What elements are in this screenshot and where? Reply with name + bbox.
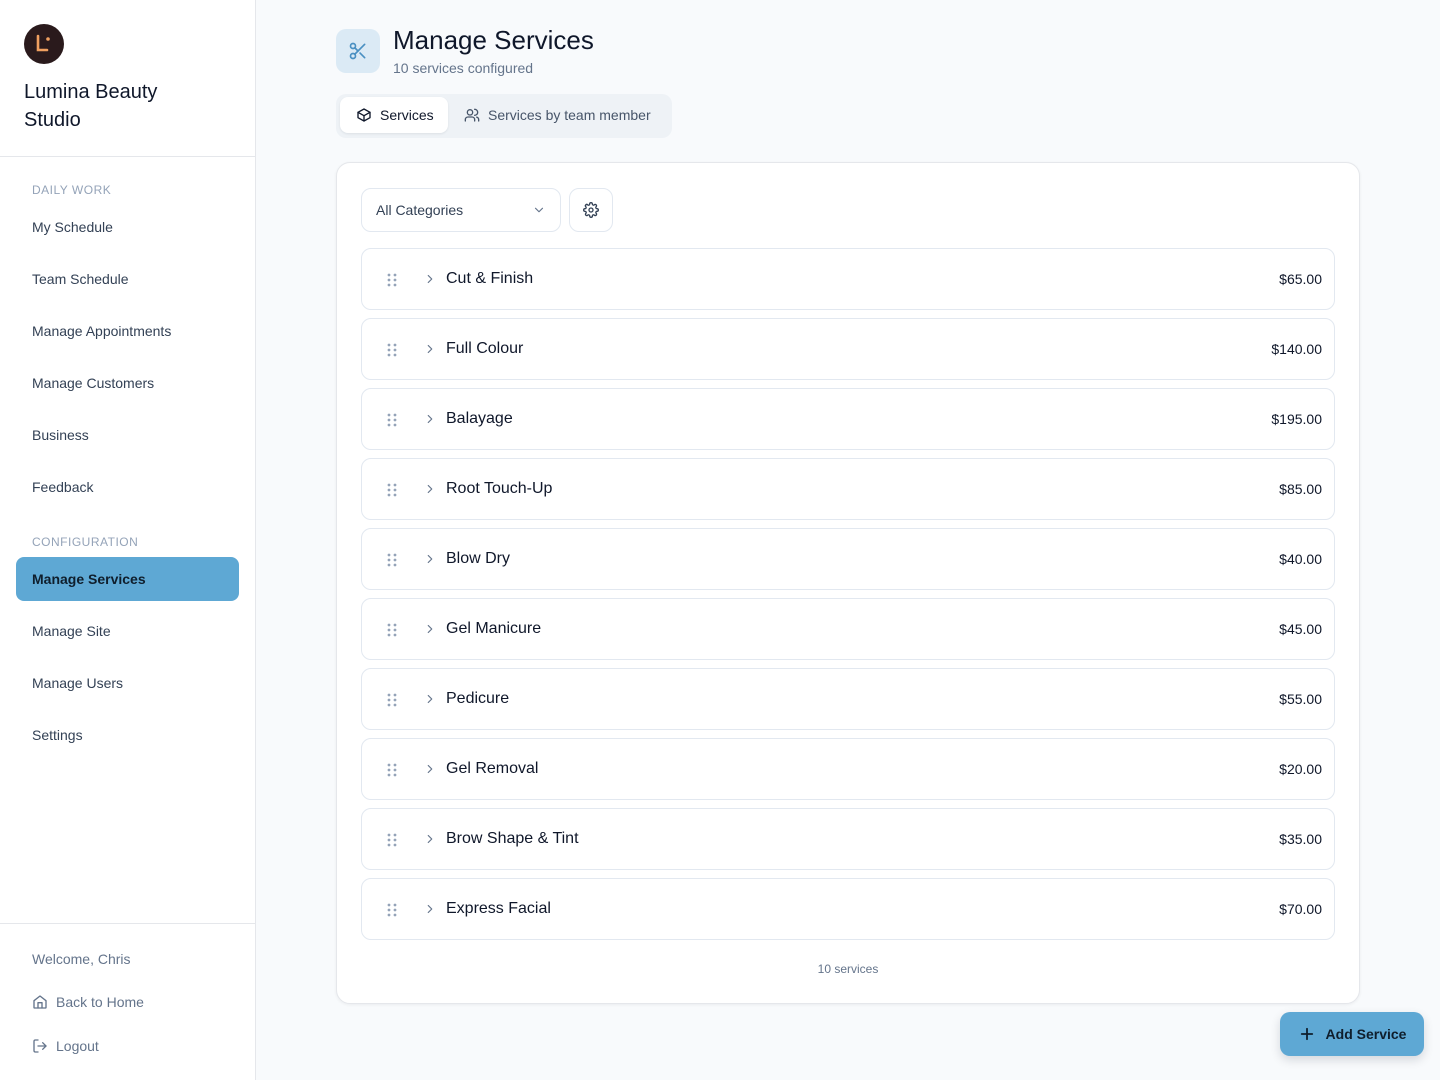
service-price: $45.00 [1279,621,1322,637]
sidebar-item-feedback[interactable]: Feedback [16,465,239,509]
sidebar-footer: Welcome, Chris Back to Home Logout [0,923,255,1080]
nav-section-daily-work: DAILY WORK [32,183,112,197]
sidebar-item-team-schedule[interactable]: Team Schedule [16,257,239,301]
service-row[interactable]: Balayage $195.00 [361,388,1335,450]
service-price: $65.00 [1279,271,1322,287]
service-row[interactable]: Pedicure $55.00 [361,668,1335,730]
service-name: Cut & Finish [446,270,534,287]
brand-logo[interactable] [24,24,64,64]
sidebar-item-manage-appointments[interactable]: Manage Appointments [16,309,239,353]
sidebar-item-my-schedule[interactable]: My Schedule [16,205,239,249]
category-select[interactable]: All Categories [361,188,561,232]
sidebar-item-manage-users[interactable]: Manage Users [16,661,239,705]
chevron-right-icon[interactable] [423,482,437,496]
add-service-label: Add Service [1325,1026,1407,1042]
tab-services-by-team-member-label: Services by team member [488,107,651,123]
tab-services-label: Services [380,107,434,123]
chevron-right-icon[interactable] [423,692,437,706]
sidebar-item-manage-customers[interactable]: Manage Customers [16,361,239,405]
back-to-home-link[interactable]: Back to Home [32,994,144,1010]
drag-handle-icon[interactable] [384,762,400,778]
service-price: $35.00 [1279,831,1322,847]
page-header-icon [336,29,380,73]
add-service-button[interactable]: Add Service [1280,1012,1424,1056]
service-row[interactable]: Full Colour $140.00 [361,318,1335,380]
service-name: Balayage [446,410,513,427]
box-icon [357,108,371,122]
chevron-right-icon[interactable] [423,622,437,636]
service-price: $85.00 [1279,481,1322,497]
drag-handle-icon[interactable] [384,902,400,918]
back-to-home-label: Back to Home [56,994,144,1010]
drag-handle-icon[interactable] [384,622,400,638]
service-price: $20.00 [1279,761,1322,777]
chevron-right-icon[interactable] [423,832,437,846]
tab-services-by-team-member[interactable]: Services by team member [452,97,668,133]
service-count: 10 services [817,962,879,976]
drag-handle-icon[interactable] [384,482,400,498]
page-subtitle: 10 services configured [393,60,534,76]
category-select-value: All Categories [376,202,464,218]
chevron-right-icon[interactable] [423,902,437,916]
tab-services[interactable]: Services [340,97,448,133]
view-tabs: Services Services by team member [336,94,672,138]
service-row[interactable]: Blow Dry $40.00 [361,528,1335,590]
gear-icon [583,202,599,218]
logo-mark-icon [36,34,50,52]
drag-handle-icon[interactable] [384,412,400,428]
service-name: Gel Removal [446,760,539,777]
services-card: All Categories Cut & Finish $65.00 Full Co… [336,162,1360,1004]
service-price: $40.00 [1279,551,1322,567]
sidebar-item-settings[interactable]: Settings [16,713,239,757]
users-icon [464,108,480,122]
service-name: Full Colour [446,340,524,357]
drag-handle-icon[interactable] [384,832,400,848]
logout-label: Logout [56,1038,99,1054]
brand-name: Lumina Beauty Studio [24,81,158,131]
service-price: $140.00 [1271,341,1322,357]
drag-handle-icon[interactable] [384,272,400,288]
nav-section-configuration: CONFIGURATION [32,535,139,549]
logout-link[interactable]: Logout [32,1038,99,1054]
service-name: Gel Manicure [446,620,542,637]
service-name: Pedicure [446,690,510,707]
sidebar-item-business[interactable]: Business [16,413,239,457]
chevron-down-icon [534,207,544,213]
brand-header: Lumina Beauty Studio [0,0,255,157]
logout-icon [33,1039,47,1053]
service-name: Blow Dry [446,550,511,567]
drag-handle-icon[interactable] [384,342,400,358]
sidebar-item-manage-site[interactable]: Manage Site [16,609,239,653]
service-row[interactable]: Cut & Finish $65.00 [361,248,1335,310]
category-settings-button[interactable] [569,188,613,232]
service-price: $55.00 [1279,691,1322,707]
service-price: $70.00 [1279,901,1322,917]
scissors-icon [349,42,366,60]
page-title: Manage Services [393,25,594,55]
service-name: Express Facial [446,900,551,917]
service-price: $195.00 [1271,411,1322,427]
service-name: Brow Shape & Tint [446,830,579,847]
plus-icon [1300,1027,1313,1041]
chevron-right-icon[interactable] [423,342,437,356]
service-row[interactable]: Gel Removal $20.00 [361,738,1335,800]
service-name: Root Touch-Up [446,480,553,497]
sidebar: Lumina Beauty Studio DAILY WORK My Sched… [0,0,256,1080]
welcome-text: Welcome, Chris [32,951,131,967]
chevron-right-icon[interactable] [423,762,437,776]
home-icon [33,995,47,1009]
service-row[interactable]: Gel Manicure $45.00 [361,598,1335,660]
service-row[interactable]: Brow Shape & Tint $35.00 [361,808,1335,870]
chevron-right-icon[interactable] [423,552,437,566]
drag-handle-icon[interactable] [384,552,400,568]
service-row[interactable]: Express Facial $70.00 [361,878,1335,940]
chevron-right-icon[interactable] [423,272,437,286]
chevron-right-icon[interactable] [423,412,437,426]
sidebar-item-manage-services[interactable]: Manage Services [16,557,239,601]
drag-handle-icon[interactable] [384,692,400,708]
service-row[interactable]: Root Touch-Up $85.00 [361,458,1335,520]
